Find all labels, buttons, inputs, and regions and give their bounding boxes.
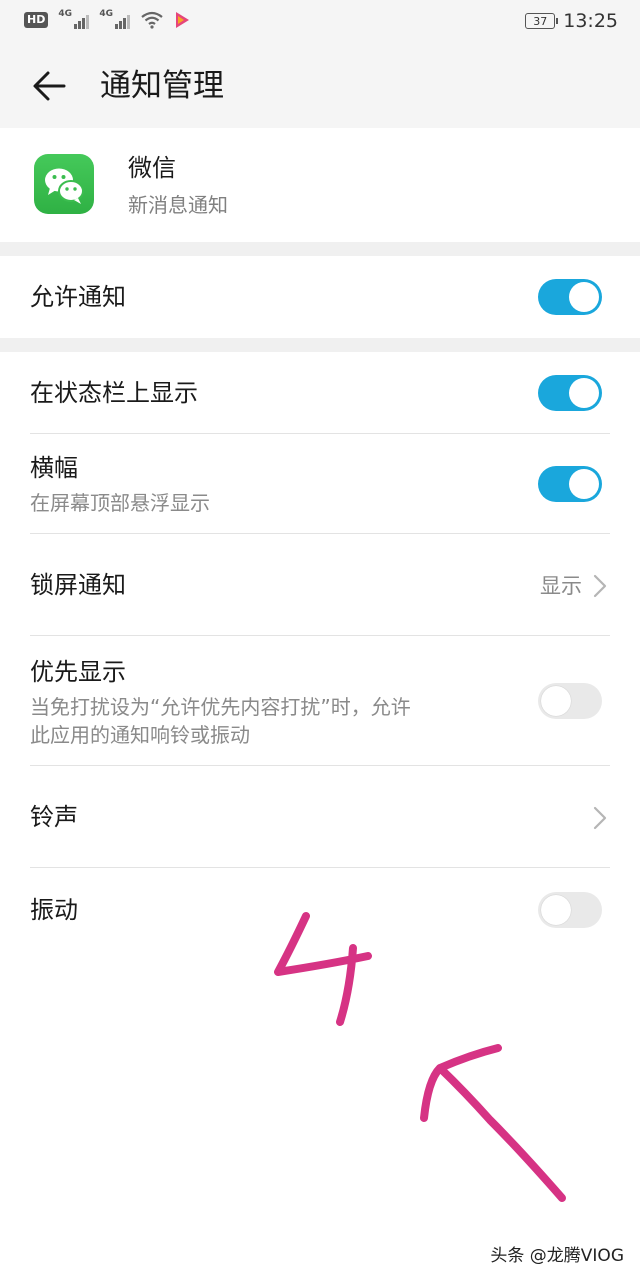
allow-notifications-row[interactable]: 允许通知	[0, 256, 640, 338]
lockscreen-value: 显示	[540, 574, 582, 598]
section-gap	[0, 338, 640, 352]
chevron-right-icon	[593, 806, 607, 830]
ringtone-label: 铃声	[30, 803, 78, 831]
priority-description-line1: 当免打扰设为“允许优先内容打扰”时，允许	[30, 695, 411, 719]
vibration-label: 振动	[30, 896, 78, 924]
allow-notifications-label: 允许通知	[30, 283, 126, 311]
signal-icon: 4G	[58, 9, 90, 29]
statusbar-display-label: 在状态栏上显示	[30, 379, 198, 407]
wechat-app-icon	[34, 154, 94, 214]
wifi-icon	[141, 11, 164, 29]
app-bar: 通知管理	[0, 44, 640, 128]
allow-notifications-toggle[interactable]	[538, 279, 602, 315]
banner-row[interactable]: 横幅 在屏幕顶部悬浮显示	[0, 434, 640, 534]
app-info: 微信 新消息通知	[0, 128, 640, 242]
priority-toggle[interactable]	[538, 683, 602, 719]
ringtone-row[interactable]: 铃声	[0, 766, 640, 868]
back-arrow-icon[interactable]	[30, 66, 70, 106]
watermark: 头条 @龙腾VIOG	[490, 1246, 624, 1266]
page-title: 通知管理	[100, 68, 224, 104]
section-gap	[0, 242, 640, 256]
media-play-icon	[176, 12, 190, 28]
app-name: 微信	[128, 154, 176, 182]
status-time: 13:25	[563, 10, 618, 32]
status-bar: HD 4G 4G 37 13:25	[0, 0, 640, 44]
lockscreen-row[interactable]: 锁屏通知 显示	[0, 534, 640, 636]
priority-row[interactable]: 优先显示 当免打扰设为“允许优先内容打扰”时，允许 此应用的通知响铃或振动	[0, 636, 640, 766]
statusbar-display-toggle[interactable]	[538, 375, 602, 411]
vibration-row[interactable]: 振动	[0, 868, 640, 954]
battery-icon: 37	[525, 13, 559, 29]
lockscreen-label: 锁屏通知	[30, 571, 126, 599]
priority-label: 优先显示	[30, 658, 126, 686]
chevron-right-icon	[593, 574, 607, 598]
banner-description: 在屏幕顶部悬浮显示	[30, 491, 210, 515]
signal-icon-2: 4G	[99, 9, 131, 29]
banner-toggle[interactable]	[538, 466, 602, 502]
priority-description-line2: 此应用的通知响铃或振动	[30, 723, 250, 747]
banner-label: 横幅	[30, 454, 78, 482]
vibration-toggle[interactable]	[538, 892, 602, 928]
statusbar-display-row[interactable]: 在状态栏上显示	[0, 352, 640, 434]
app-subtitle: 新消息通知	[128, 193, 228, 217]
hd-badge: HD	[24, 12, 49, 28]
